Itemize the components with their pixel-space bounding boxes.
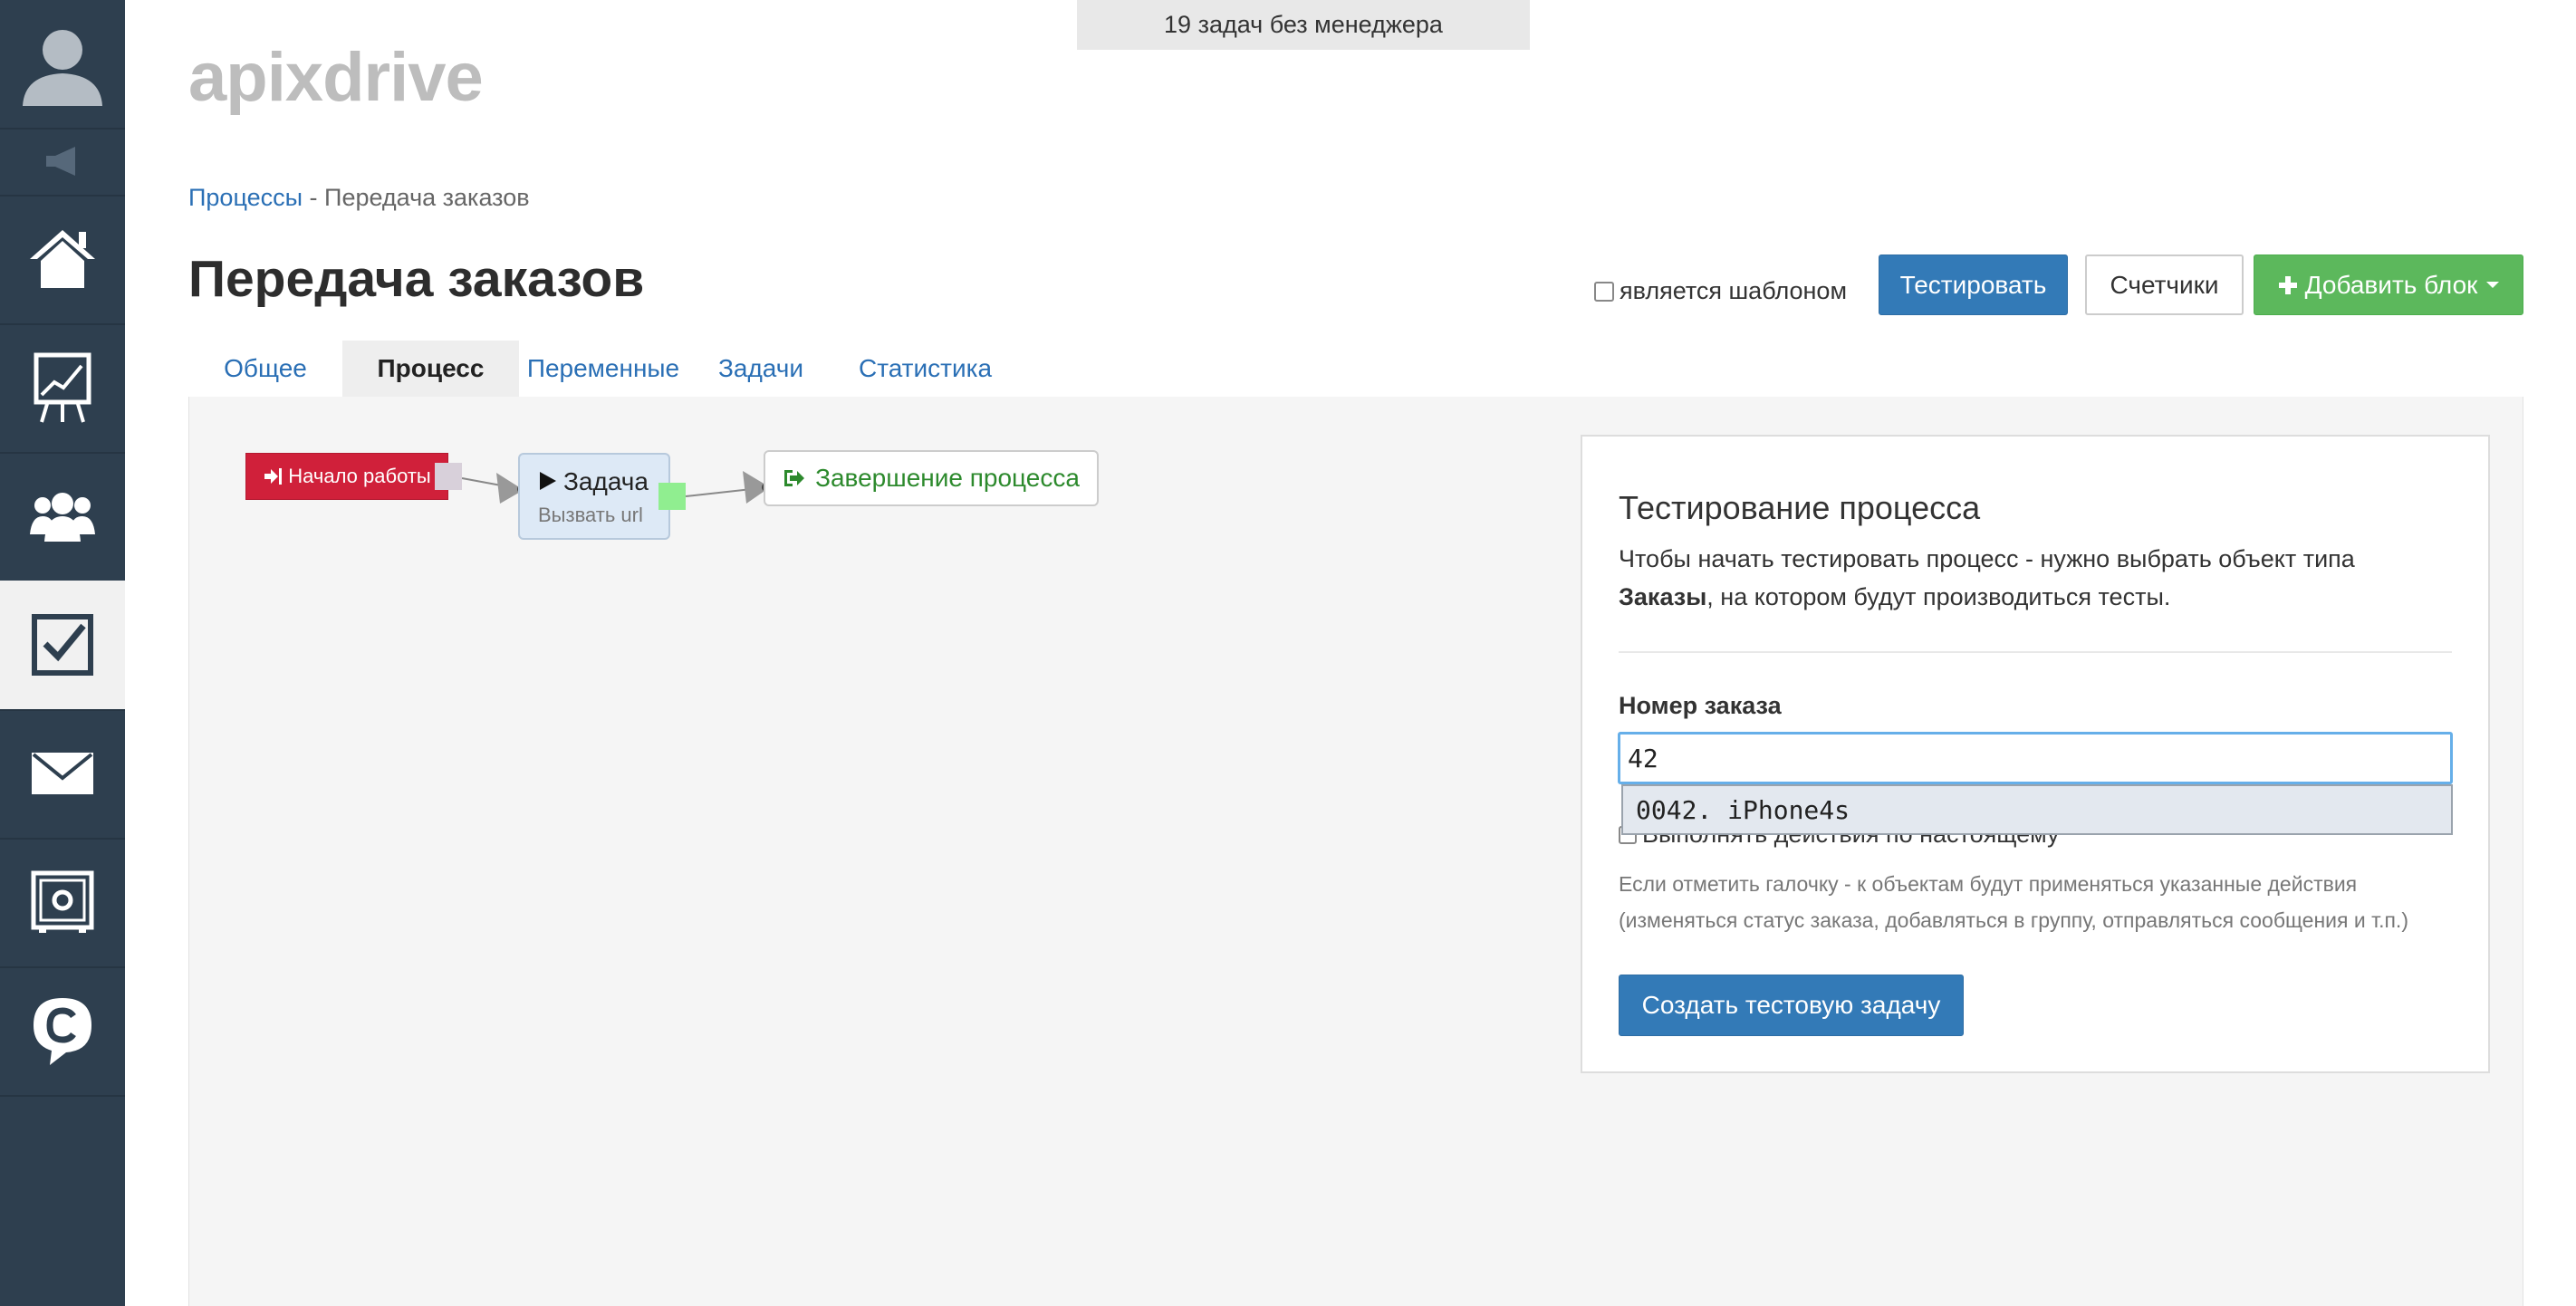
flow-node-end-label: Завершение процесса	[815, 464, 1080, 492]
flow-output-port[interactable]	[435, 463, 462, 490]
flow-task-output-port[interactable]	[658, 483, 686, 510]
flow-node-end[interactable]: Завершение процесса	[764, 450, 1099, 506]
flow-node-task[interactable]: Задача Вызвать url	[518, 453, 670, 540]
test-panel-title: Тестирование процесса	[1619, 489, 1981, 526]
play-icon	[540, 472, 556, 490]
order-number-label: Номер заказа	[1619, 692, 1782, 719]
sign-in-icon	[264, 468, 283, 485]
hint-line-2: (изменяться статус заказа, добавляться в…	[1619, 908, 2408, 932]
flow-node-start[interactable]: Начало работы	[245, 453, 448, 500]
test-panel-desc-part1: Чтобы начать тестировать процесс - нужно…	[1619, 545, 2355, 572]
flow-node-task-title-row: Задача	[538, 467, 649, 496]
hint-line-1: Если отметить галочку - к объектам будут…	[1619, 872, 2358, 896]
divider	[1619, 651, 2452, 653]
create-test-task-button[interactable]: Создать тестовую задачу	[1619, 975, 1964, 1036]
flow-node-task-title: Задача	[563, 467, 649, 495]
real-actions-hint: Если отметить галочку - к объектам будут…	[1619, 866, 2470, 938]
sign-out-icon	[784, 470, 805, 486]
autocomplete-suggestion[interactable]: 0042. iPhone4s	[1621, 784, 2453, 835]
test-panel-description: Чтобы начать тестировать процесс - нужно…	[1619, 540, 2434, 616]
test-panel-desc-part2: , на котором будут производиться тесты.	[1706, 583, 2171, 610]
flow-node-start-label: Начало работы	[288, 465, 431, 487]
flow-node-task-subtitle: Вызвать url	[538, 504, 643, 526]
test-panel-desc-bold: Заказы	[1619, 583, 1707, 610]
order-number-input[interactable]: 42	[1618, 732, 2453, 784]
